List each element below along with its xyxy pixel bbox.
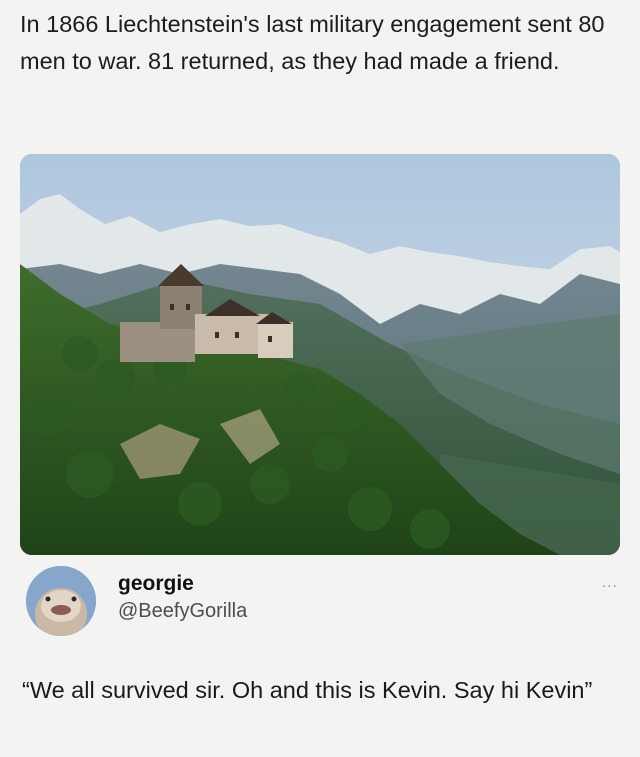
castle-photo[interactable] bbox=[20, 154, 620, 555]
avatar[interactable] bbox=[26, 566, 96, 636]
reply-text: “We all survived sir. Oh and this is Kev… bbox=[22, 677, 593, 703]
reply-card: georgie @BeefyGorilla ... bbox=[22, 566, 622, 638]
castle-mountain-illustration bbox=[20, 154, 620, 555]
user-handle[interactable]: @BeefyGorilla bbox=[118, 600, 247, 623]
post-text: In 1866 Liechtenstein's last military en… bbox=[20, 11, 605, 74]
avatar-image bbox=[26, 566, 96, 636]
more-options-icon[interactable]: ... bbox=[602, 574, 618, 592]
display-name[interactable]: georgie bbox=[118, 572, 194, 596]
